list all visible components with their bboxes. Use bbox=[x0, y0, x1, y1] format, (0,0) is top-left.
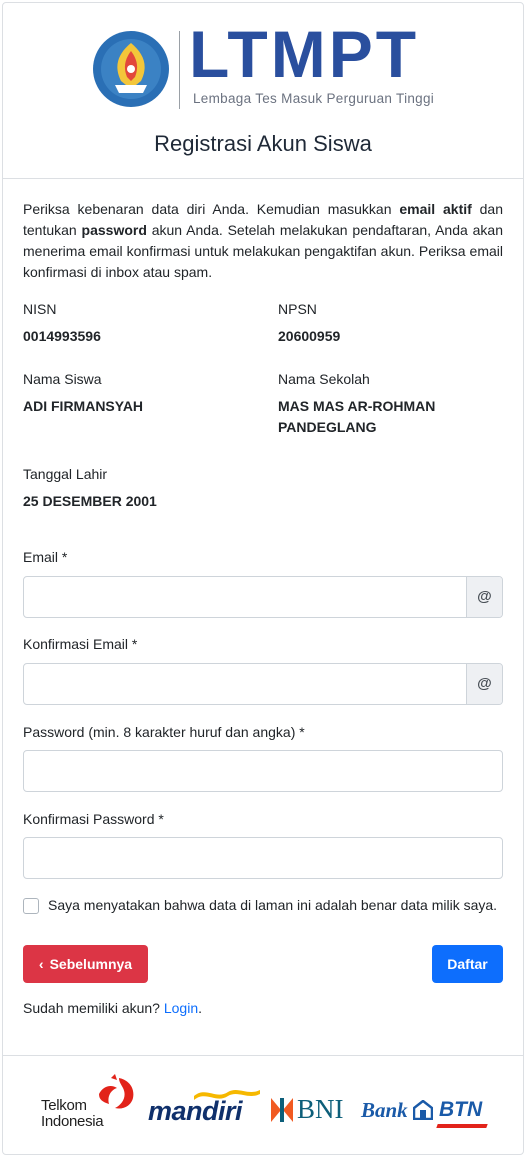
school-name-value: MAS MAS AR-ROHMAN PANDEGLANG bbox=[278, 398, 436, 435]
logo-divider bbox=[179, 31, 180, 109]
student-name-label: Nama Siswa bbox=[23, 371, 102, 387]
password-label: Password (min. 8 karakter huruf dan angk… bbox=[23, 724, 305, 740]
intro-text: Periksa kebenaran data diri Anda. Kemudi… bbox=[23, 201, 504, 280]
npsn-value: 20600959 bbox=[278, 328, 341, 344]
password-field[interactable] bbox=[23, 750, 503, 792]
email-label: Email * bbox=[23, 549, 68, 565]
brand-tagline: Lembaga Tes Masuk Perguruan Tinggi bbox=[193, 91, 435, 106]
nisn-label: NISN bbox=[23, 301, 57, 317]
confirm-email-field[interactable]: @ bbox=[23, 663, 503, 705]
previous-button-label: Sebelumnya bbox=[49, 956, 133, 972]
student-name-value: ADI FIRMANSYAH bbox=[23, 398, 144, 414]
at-sign-icon: @ bbox=[466, 577, 502, 617]
login-prompt: Sudah memiliki akun? Login. bbox=[23, 1000, 203, 1016]
nisn-value: 0014993596 bbox=[23, 328, 101, 344]
chevron-left-icon: ‹ bbox=[38, 956, 44, 972]
dob-value: 25 DESEMBER 2001 bbox=[23, 493, 157, 509]
confirm-password-label: Konfirmasi Password * bbox=[23, 811, 164, 827]
tut-wuri-handayani-emblem bbox=[93, 31, 169, 107]
previous-button[interactable]: ‹ Sebelumnya bbox=[23, 945, 148, 983]
telkom-swirl-icon bbox=[99, 1074, 134, 1109]
register-button[interactable]: Daftar bbox=[432, 945, 503, 983]
bni-logo: BNI bbox=[271, 1094, 351, 1126]
npsn-label: NPSN bbox=[278, 301, 317, 317]
agreement-label[interactable]: Saya menyatakan bahwa data di laman ini … bbox=[48, 897, 497, 913]
emphasis-email-aktif: email aktif bbox=[399, 201, 472, 217]
sponsor-footer: Telkom Indonesia mandiri BNI Bank BTN bbox=[3, 1055, 523, 1155]
agreement-checkbox[interactable] bbox=[23, 898, 39, 914]
btn-house-icon bbox=[413, 1100, 433, 1120]
telkom-indonesia-logo: Telkom Indonesia bbox=[41, 1074, 141, 1134]
login-link[interactable]: Login bbox=[164, 1000, 198, 1016]
dob-label: Tanggal Lahir bbox=[23, 466, 108, 482]
school-name-label: Nama Sekolah bbox=[278, 371, 370, 387]
page-title: Registrasi Akun Siswa bbox=[154, 131, 372, 156]
bni-mark-icon bbox=[271, 1098, 293, 1122]
confirm-email-label: Konfirmasi Email * bbox=[23, 636, 138, 652]
bank-mandiri-logo: mandiri bbox=[148, 1086, 263, 1136]
ltmpt-logo: LTMPT Lembaga Tes Masuk Perguruan Tinggi bbox=[91, 21, 441, 113]
bank-btn-logo: Bank BTN bbox=[361, 1098, 491, 1132]
registration-card: LTMPT Lembaga Tes Masuk Perguruan Tinggi… bbox=[2, 2, 524, 1155]
card-header: LTMPT Lembaga Tes Masuk Perguruan Tinggi… bbox=[3, 3, 523, 179]
emphasis-password: password bbox=[81, 222, 147, 238]
email-field[interactable]: @ bbox=[23, 576, 503, 618]
confirm-password-field[interactable] bbox=[23, 837, 503, 879]
btn-underline bbox=[436, 1124, 488, 1128]
at-sign-icon: @ bbox=[466, 664, 502, 704]
brand-name: LTMPT bbox=[189, 17, 420, 91]
form-content: Periksa kebenaran data diri Anda. Kemudi… bbox=[23, 199, 504, 1016]
